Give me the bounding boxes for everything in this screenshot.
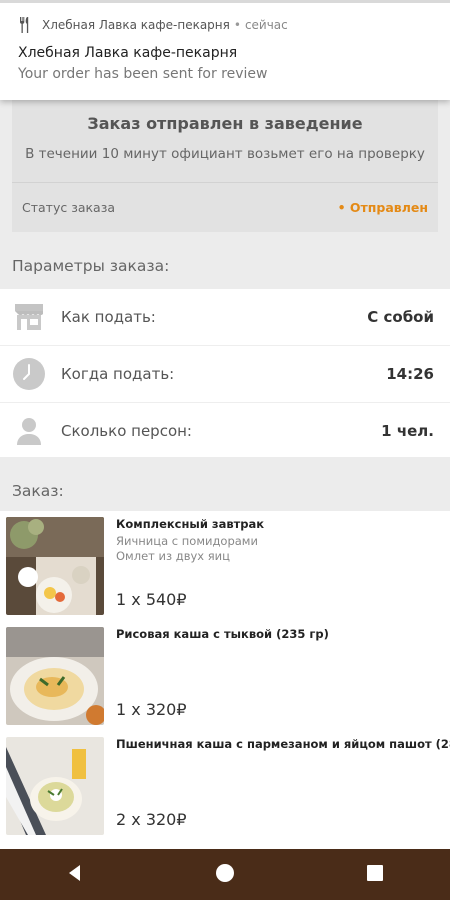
param-label-persons: Сколько персон: — [61, 422, 192, 440]
param-row-serve-type[interactable]: Как подать: С собой — [0, 289, 450, 346]
system-navigation-bar — [0, 849, 450, 900]
notification-title: Хлебная Лавка кафе-пекарня — [18, 45, 238, 61]
order-list: Комплексный завтрак Яичница с помидорами… — [0, 511, 450, 849]
order-section-title: Заказ: — [12, 482, 64, 500]
order-status-card: Заказ отправлен в заведение В течении 10… — [12, 100, 438, 232]
recents-icon — [366, 864, 384, 886]
status-row: Статус заказа • Отправлен — [22, 182, 428, 232]
order-item[interactable]: Пшеничная каша с пармезаном и яйцом пашо… — [0, 731, 450, 841]
home-icon — [215, 863, 235, 887]
store-icon — [11, 299, 47, 335]
param-row-persons[interactable]: Сколько персон: 1 чел. — [0, 403, 450, 459]
dish-photo — [6, 737, 104, 835]
order-item[interactable]: Комплексный завтрак Яичница с помидорами… — [0, 511, 450, 621]
home-button[interactable] — [195, 855, 255, 895]
recents-button[interactable] — [345, 855, 405, 895]
dish-name: Пшеничная каша с пармезаном и яйцом пашо… — [116, 737, 450, 751]
dish-description: Яичница с помидорами Омлет из двух яиц — [116, 534, 450, 564]
notification-time: сейчас — [244, 18, 288, 32]
person-icon — [11, 413, 47, 449]
dish-photo — [6, 517, 104, 615]
param-row-serve-time[interactable]: Когда подать: 14:26 — [0, 346, 450, 403]
back-button[interactable] — [45, 855, 105, 895]
notification-text: Your order has been sent for review — [18, 66, 268, 82]
dish-description-line: Яичница с помидорами — [116, 534, 258, 548]
status-subtitle: В течении 10 минут официант возьмет его … — [25, 146, 425, 162]
status-label: Статус заказа — [22, 199, 116, 215]
status-title: Заказ отправлен в заведение — [87, 114, 363, 133]
order-item[interactable]: Рисовая каша с тыквой (235 гр) 1 х 320₽ — [0, 621, 450, 731]
dish-description-line: Омлет из двух яиц — [116, 549, 230, 563]
dish-name: Комплексный завтрак — [116, 517, 265, 531]
param-label-serve-type: Как подать: — [61, 308, 156, 326]
dish-quantity-price: 2 х 320₽ — [116, 810, 187, 829]
param-label-serve-time: Когда подать: — [61, 365, 175, 383]
dish-name: Рисовая каша с тыквой (235 гр) — [116, 627, 329, 641]
dish-quantity-price: 1 х 320₽ — [116, 700, 187, 719]
param-value-persons: 1 чел. — [381, 422, 434, 440]
order-notification[interactable]: Хлебная Лавка кафе-пекарня • сейчас Хлеб… — [0, 0, 450, 100]
notification-app-name: Хлебная Лавка кафе-пекарня — [42, 18, 230, 32]
notification-header: Хлебная Лавка кафе-пекарня • сейчас — [18, 15, 432, 35]
params-section-title: Параметры заказа: — [12, 257, 170, 275]
back-icon — [66, 864, 84, 886]
order-params-list: Как подать: С собой Когда подать: 14:26 … — [0, 289, 450, 457]
clock-icon — [11, 356, 47, 392]
dish-quantity-price: 1 х 540₽ — [116, 590, 187, 609]
param-value-serve-time: 14:26 — [386, 365, 434, 383]
dish-photo — [6, 627, 104, 725]
notification-separator: • — [233, 18, 241, 32]
status-value: • Отправлен — [337, 199, 428, 215]
param-value-serve-type: С собой — [367, 308, 434, 326]
fork-knife-icon — [18, 17, 32, 33]
